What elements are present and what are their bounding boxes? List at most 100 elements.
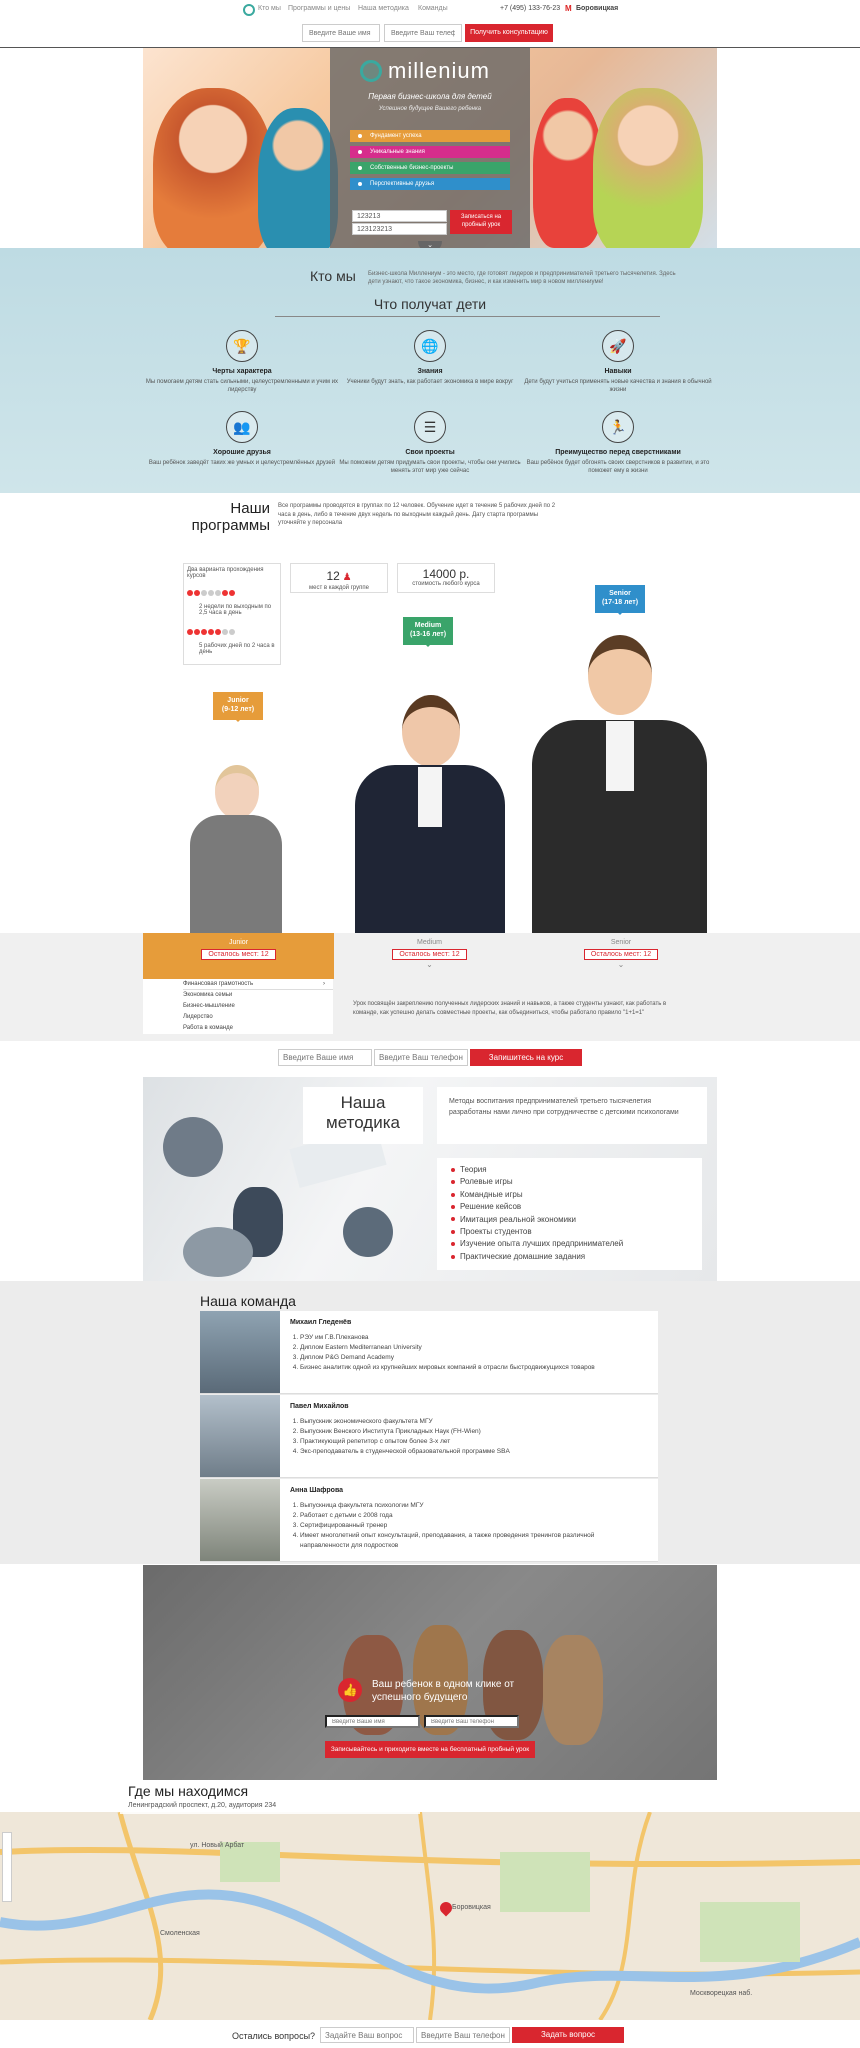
member-name: Павел Михайлов — [290, 1403, 349, 1410]
nav-phone-input[interactable] — [384, 24, 462, 42]
top-nav: Кто мы Программы и цены Наша методика Ко… — [0, 0, 860, 48]
flag-junior: Junior (9-12 лет) — [213, 692, 263, 722]
signup-name-input[interactable] — [278, 1049, 372, 1066]
team-member-card: Павел Михайлов Выпускник экономического … — [200, 1395, 658, 1478]
cta-phone-input[interactable] — [424, 1715, 519, 1728]
method-title-line1: Наша — [340, 1093, 386, 1112]
metro-station: Боровицкая — [576, 5, 619, 12]
flag-medium: Medium (13-16 лет) — [403, 617, 453, 647]
logo-icon[interactable] — [243, 4, 255, 16]
credential-item: РЭУ им Г.В.Плеханова — [300, 1333, 630, 1343]
tab-medium[interactable]: Medium Осталось мест: 12 ⌄ — [334, 933, 525, 979]
benefits-title: Что получат дети — [373, 296, 487, 312]
hero-name-input[interactable] — [352, 210, 447, 222]
bottom-bar: Остались вопросы? Задать вопрос — [0, 2022, 860, 2048]
brand-name: millenium — [388, 58, 490, 83]
credential-item: Выпускник экономического факультета МГУ — [300, 1417, 630, 1427]
tab-senior-badge: Осталось мест: 12 — [583, 949, 659, 960]
who-title: Кто мы — [310, 268, 356, 284]
topic-item[interactable]: Экономика семьи — [183, 990, 333, 1001]
team-member-card: Анна Шафрова Выпускница факультета психо… — [200, 1479, 658, 1562]
programs-title-line2: программы — [191, 517, 270, 535]
cta-name-input[interactable] — [325, 1715, 420, 1728]
runner-icon: 🏃 — [602, 411, 634, 443]
feature-title: Свои проекты — [405, 449, 455, 456]
feature-friends: 👥 Хорошие друзья Ваш ребёнок заведёт так… — [142, 411, 342, 467]
credential-item: Практикующий репетитор с опытом более 3-… — [300, 1437, 630, 1447]
seats-card: 12 ♟ мест в каждой группе — [290, 563, 388, 593]
question-phone-input[interactable] — [416, 2027, 510, 2043]
signup-phone-input[interactable] — [374, 1049, 468, 1066]
method-item: Командные игры — [451, 1189, 688, 1201]
method-text: Методы воспитания предпринимателей треть… — [437, 1087, 707, 1144]
hero-pill-foundation: Фундамент успеха — [350, 130, 510, 142]
who-text: Бизнес-школа Миллениум - это место, где … — [368, 271, 676, 286]
feature-skills: 🚀 Навыки Дети будут учиться применять но… — [518, 330, 718, 394]
tab-junior-badge: Осталось мест: 12 — [201, 949, 276, 960]
map-roads — [0, 1812, 860, 2020]
zoom-control[interactable] — [2, 1832, 12, 1902]
team-title: Наша команда — [200, 1293, 296, 1309]
person-icon: ♟ — [339, 572, 352, 583]
street-label: Боровицкая — [452, 1904, 491, 1911]
nav-link-team[interactable]: Команды — [418, 5, 448, 12]
member-name: Анна Шафрова — [290, 1487, 344, 1494]
junior-photo — [185, 765, 285, 933]
nav-link-programs[interactable]: Программы и цены — [288, 5, 350, 12]
question-input[interactable] — [320, 2027, 414, 2043]
variant-weekdays: 5 рабочих дней по 2 часа в день — [199, 643, 275, 655]
method-item: Изучение опыта лучших предпринимателей — [451, 1238, 688, 1250]
member-credentials: Выпускница факультета психологии МГУ Раб… — [290, 1501, 630, 1551]
signup-button[interactable]: Запишитесь на курс — [470, 1049, 582, 1066]
nav-link-method[interactable]: Наша методика — [358, 5, 409, 12]
hero-tagline: Первая бизнес-школа для детей — [368, 92, 492, 101]
price-label: стоимость любого курса — [412, 581, 480, 587]
topic-item[interactable]: Работа в команде — [183, 1023, 333, 1034]
hero-signup-button[interactable]: Записаться на пробный урок — [450, 210, 512, 234]
feature-text: Дети будут учиться применять новые качес… — [524, 379, 712, 394]
tab-senior[interactable]: Senior Осталось мест: 12 ⌄ — [525, 933, 717, 979]
feature-advantage: 🏃 Преимущество перед сверстниками Ваш ре… — [518, 411, 718, 475]
feature-character: 🏆 Черты характера Мы помогаем детям стат… — [142, 330, 342, 394]
phone-number[interactable]: +7 (495) 133-76-23 — [500, 5, 560, 12]
cta-button[interactable]: Записывайтесь и приходите вместе на бесп… — [325, 1741, 535, 1758]
credential-item: Диплом P&G Demand Academy — [300, 1353, 630, 1363]
topic-item[interactable]: Бизнес-мышление — [183, 1001, 333, 1012]
method-item: Практические домашние задания — [451, 1251, 688, 1263]
credential-item: Выпускник Венского Института Прикладных … — [300, 1427, 630, 1437]
feature-text: Ученики будут знать, как работает эконом… — [346, 379, 514, 385]
street-label: ул. Новый Арбат — [190, 1842, 245, 1849]
member-name: Михаил Гледенёв — [290, 1319, 352, 1326]
hero-subtagline: Успешное будущее Вашего ребенка — [378, 106, 482, 112]
topic-item-active[interactable]: Финансовая грамотность › — [183, 979, 333, 990]
flag-senior-name: Senior — [609, 590, 631, 597]
metro-icon: М — [565, 4, 572, 13]
logo-flower-icon — [360, 60, 382, 82]
feature-text: Мы поможем детям придумать свои проекты,… — [339, 460, 521, 475]
ask-question-button[interactable]: Задать вопрос — [512, 2027, 624, 2043]
topic-item[interactable]: Лидерство — [183, 1012, 333, 1023]
hero-phone-input[interactable] — [352, 223, 447, 235]
feature-projects: ☰ Свои проекты Мы поможем детям придумат… — [330, 411, 530, 475]
benefits-divider — [275, 316, 660, 317]
team-member-card: Михаил Гледенёв РЭУ им Г.В.Плеханова Дип… — [200, 1311, 658, 1394]
variant-weekend-dots — [187, 583, 277, 601]
street-label: Москворецкая наб. — [690, 1990, 753, 1997]
nav-link-who[interactable]: Кто мы — [258, 5, 281, 12]
avatar — [200, 1479, 280, 1561]
consultation-button[interactable]: Получить консультацию — [465, 24, 553, 42]
member-credentials: РЭУ им Г.В.Плеханова Диплом Eastern Medi… — [290, 1333, 630, 1373]
nav-name-input[interactable] — [302, 24, 380, 42]
credential-item: Имеет многолетний опыт консультаций, пре… — [300, 1531, 630, 1551]
hero-pill-knowledge: Уникальные знания — [350, 146, 510, 158]
globe-icon: 🌐 — [414, 330, 446, 362]
flag-junior-ages: (9-12 лет) — [221, 706, 255, 714]
hero-pill-projects: Собственные бизнес-проекты — [350, 162, 510, 174]
map[interactable]: ул. Новый Арбат Москворецкая наб. Борови… — [0, 1812, 860, 2020]
programs-title-line1: Наши — [230, 500, 270, 517]
tab-junior[interactable]: Junior Осталось мест: 12 — [143, 933, 334, 979]
feature-text: Ваш ребёнок будет обгонять своих сверстн… — [526, 460, 710, 475]
flag-medium-ages: (13-16 лет) — [409, 631, 447, 639]
method-title-line2: методика — [326, 1113, 400, 1133]
method-title: Наша методика — [303, 1087, 423, 1144]
